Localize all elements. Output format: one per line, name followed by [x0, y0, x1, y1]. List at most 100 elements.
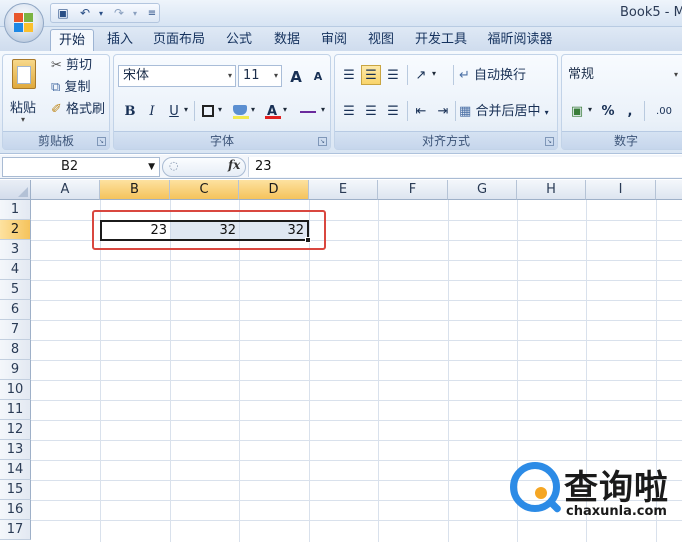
row-header-6[interactable]: 6	[0, 300, 31, 320]
name-box-dropdown-icon[interactable]: ▼	[148, 158, 155, 176]
formula-input[interactable]: 23	[248, 157, 682, 177]
column-header-f[interactable]: F	[378, 180, 448, 200]
row-header-7[interactable]: 7	[0, 320, 31, 340]
accounting-format-button[interactable]: ▣	[566, 101, 588, 121]
column-header-e[interactable]: E	[309, 180, 378, 200]
row-header-8[interactable]: 8	[0, 340, 31, 360]
redo-icon[interactable]: ↷	[111, 6, 127, 21]
row-header-12[interactable]: 12	[0, 420, 31, 440]
row-header-17[interactable]: 17	[0, 520, 31, 540]
paste-button[interactable]: 粘贴 ▾	[7, 57, 41, 129]
tab-view[interactable]: 视图	[360, 29, 402, 51]
tab-data[interactable]: 数据	[266, 29, 308, 51]
increase-indent-button[interactable]: ⇥	[433, 101, 453, 121]
undo-icon[interactable]: ↶	[77, 6, 93, 21]
number-format-select[interactable]: 常规 ▾	[564, 65, 682, 87]
font-color-button[interactable]: A	[262, 101, 282, 121]
row-header-10[interactable]: 10	[0, 380, 31, 400]
align-center-button[interactable]: ☰	[361, 101, 381, 121]
merge-center-button[interactable]: ▦ 合并后居中 ▾	[459, 101, 549, 123]
borders-button[interactable]	[198, 101, 218, 121]
phonetic-dropdown-icon[interactable]: ▾	[321, 105, 325, 114]
italic-button[interactable]: I	[142, 101, 162, 121]
orientation-dropdown-icon[interactable]: ▾	[432, 69, 436, 78]
gridline	[31, 380, 682, 381]
office-button[interactable]	[4, 3, 44, 43]
redo-dropdown-icon[interactable]: ▾	[127, 6, 143, 21]
tab-insert[interactable]: 插入	[100, 29, 140, 51]
column-header-overflow[interactable]	[656, 180, 682, 200]
customize-qat-icon[interactable]: ≡	[144, 6, 160, 21]
align-top-button[interactable]: ☰	[339, 65, 359, 85]
underline-button[interactable]: U	[164, 101, 184, 121]
row-header-14[interactable]: 14	[0, 460, 31, 480]
percent-style-button[interactable]: %	[598, 101, 618, 121]
wrap-text-button[interactable]: ↵ 自动换行	[459, 65, 526, 87]
comma-style-button[interactable]: ,	[620, 101, 640, 121]
wrap-text-icon: ↵	[459, 68, 470, 83]
align-right-icon: ☰	[387, 104, 399, 119]
row-header-15[interactable]: 15	[0, 480, 31, 500]
column-header-d[interactable]: D	[239, 180, 309, 200]
expand-handle-icon[interactable]: ◌	[169, 159, 179, 172]
phonetic-button[interactable]	[296, 101, 320, 121]
tab-formulas[interactable]: 公式	[218, 29, 260, 51]
alignment-launcher-icon[interactable]: ↘	[545, 137, 554, 146]
decrease-indent-button[interactable]: ⇤	[411, 101, 431, 121]
column-header-a[interactable]: A	[31, 180, 100, 200]
copy-button[interactable]: ⧉ 复制	[51, 77, 90, 99]
clipboard-launcher-icon[interactable]: ↘	[97, 137, 106, 146]
copy-icon: ⧉	[51, 80, 61, 95]
row-header-1[interactable]: 1	[0, 200, 31, 220]
align-bottom-button[interactable]: ☰	[383, 65, 403, 85]
gridline	[31, 360, 682, 361]
row-header-2[interactable]: 2	[0, 220, 31, 240]
fill-color-button[interactable]	[230, 101, 250, 121]
cut-button[interactable]: ✂ 剪切	[51, 55, 92, 77]
tab-review[interactable]: 审阅	[313, 29, 355, 51]
font-color-dropdown-icon[interactable]: ▾	[283, 105, 287, 114]
align-left-button[interactable]: ☰	[339, 101, 359, 121]
column-header-g[interactable]: G	[448, 180, 517, 200]
gridline	[31, 340, 682, 341]
name-box-value: B2	[61, 159, 79, 174]
column-header-b[interactable]: B	[100, 180, 170, 200]
row-header-16[interactable]: 16	[0, 500, 31, 520]
align-middle-button[interactable]: ☰	[361, 65, 381, 85]
font-launcher-icon[interactable]: ↘	[318, 137, 327, 146]
column-header-c[interactable]: C	[170, 180, 239, 200]
row-header-11[interactable]: 11	[0, 400, 31, 420]
accounting-dropdown-icon[interactable]: ▾	[588, 105, 592, 114]
name-box[interactable]: B2 ▼	[2, 157, 160, 177]
align-right-button[interactable]: ☰	[383, 101, 403, 121]
select-all-button[interactable]	[0, 180, 31, 200]
tab-home[interactable]: 开始	[50, 29, 94, 51]
row-header-4[interactable]: 4	[0, 260, 31, 280]
column-header-h[interactable]: H	[517, 180, 586, 200]
row-header-5[interactable]: 5	[0, 280, 31, 300]
fill-color-dropdown-icon[interactable]: ▾	[251, 105, 255, 114]
gridline	[31, 300, 682, 301]
row-header-3[interactable]: 3	[0, 240, 31, 260]
underline-dropdown-icon[interactable]: ▾	[184, 105, 188, 114]
ribbon-tabs: 开始 插入 页面布局 公式 数据 审阅 视图 开发工具 福昕阅读器	[0, 27, 682, 51]
column-header-i[interactable]: I	[586, 180, 656, 200]
format-painter-button[interactable]: ✐ 格式刷	[51, 99, 105, 121]
font-name-select[interactable]: 宋体 ▾	[118, 65, 236, 87]
bold-button[interactable]: B	[120, 101, 140, 121]
borders-dropdown-icon[interactable]: ▾	[218, 105, 222, 114]
save-icon[interactable]: ▣	[55, 6, 71, 21]
tab-developer[interactable]: 开发工具	[407, 29, 475, 51]
row-header-13[interactable]: 13	[0, 440, 31, 460]
orientation-button[interactable]: ↗	[411, 65, 431, 85]
shrink-font-button[interactable]: A	[308, 66, 328, 86]
tab-foxit-reader[interactable]: 福昕阅读器	[480, 29, 560, 51]
undo-dropdown-icon[interactable]: ▾	[93, 6, 109, 21]
number-format-dropdown-icon: ▾	[673, 70, 678, 79]
increase-decimal-button[interactable]: .00	[648, 101, 680, 121]
row-header-9[interactable]: 9	[0, 360, 31, 380]
tab-page-layout[interactable]: 页面布局	[146, 29, 212, 51]
grow-font-button[interactable]: A	[286, 66, 306, 86]
font-size-select[interactable]: 11 ▾	[238, 65, 282, 87]
insert-function-button[interactable]: fx	[228, 158, 240, 172]
